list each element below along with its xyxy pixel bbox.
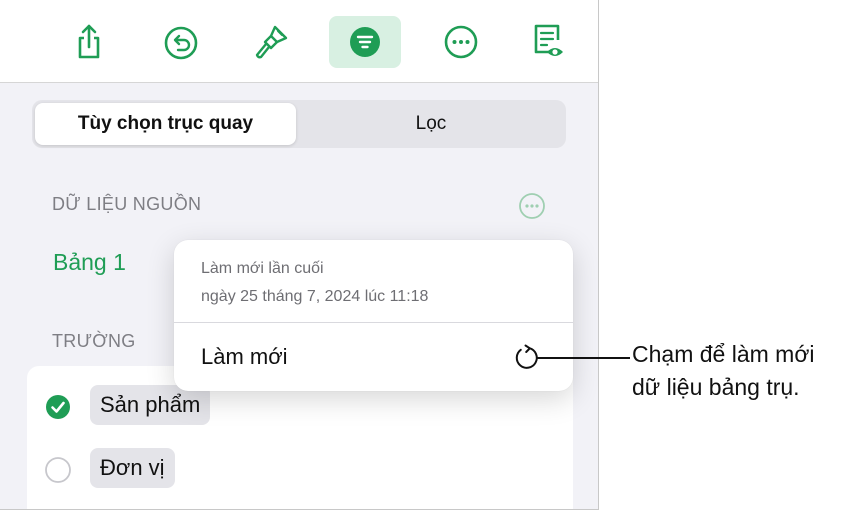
tab-pivot-options[interactable]: Tùy chọn trục quay — [35, 103, 296, 145]
reading-view-icon — [534, 24, 563, 56]
tab-filter[interactable]: Lọc — [298, 103, 564, 145]
refresh-popover: Làm mới lần cuối ngày 25 tháng 7, 2024 l… — [174, 240, 573, 391]
callout-line — [536, 357, 630, 359]
toolbar — [0, 0, 598, 83]
source-more-icon[interactable] — [518, 192, 546, 220]
reading-view-button[interactable] — [511, 16, 583, 68]
undo-icon — [164, 26, 198, 60]
empty-checkbox-icon[interactable] — [45, 457, 71, 483]
source-data-heading: DỮ LIỆU NGUỒN — [52, 194, 202, 214]
refresh-label: Làm mới — [201, 344, 288, 369]
field-row-units[interactable]: Đơn vị — [27, 444, 573, 494]
callout-line-1: Chạm để làm mới — [632, 341, 815, 367]
share-icon — [78, 24, 100, 59]
organize-icon — [350, 27, 380, 57]
organize-button[interactable] — [329, 16, 401, 68]
checkmark-icon[interactable] — [45, 394, 71, 420]
fields-heading: TRƯỜNG — [52, 331, 136, 351]
more-button[interactable] — [425, 16, 497, 68]
callout-text: Chạm để làm mới dữ liệu bảng trụ. — [632, 338, 862, 404]
format-button[interactable] — [235, 16, 307, 68]
pivot-segmented-control: Tùy chọn trục quay Lọc — [32, 100, 566, 148]
last-refresh-label: Làm mới lần cuối — [201, 260, 324, 277]
callout-line-2: dữ liệu bảng trụ. — [632, 374, 800, 400]
more-icon — [444, 25, 478, 59]
refresh-menu-item[interactable]: Làm mới — [174, 323, 573, 391]
format-brush-icon — [255, 25, 288, 59]
share-button[interactable] — [53, 16, 125, 68]
source-table-name[interactable]: Bảng 1 — [53, 249, 126, 276]
field-chip-units[interactable]: Đơn vị — [90, 448, 175, 488]
field-chip-product[interactable]: Sản phẩm — [90, 385, 211, 425]
organize-panel: Tùy chọn trục quay Lọc DỮ LIỆU NGUỒN Bản… — [0, 0, 599, 510]
last-refresh-date: ngày 25 tháng 7, 2024 lúc 11:18 — [201, 288, 429, 305]
undo-button[interactable] — [145, 16, 217, 68]
